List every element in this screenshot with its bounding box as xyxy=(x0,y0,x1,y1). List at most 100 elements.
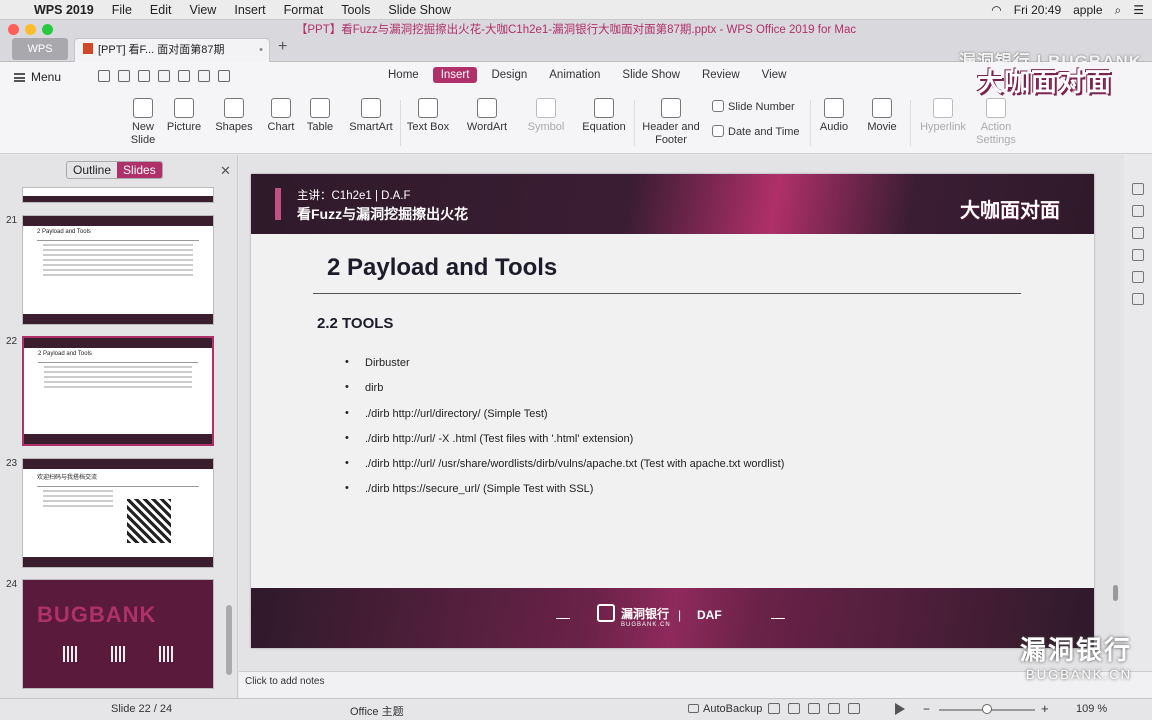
table-button[interactable]: Table xyxy=(302,98,338,134)
theme-name[interactable]: Office 主题 xyxy=(350,703,404,719)
equation-button[interactable]: Equation xyxy=(580,98,628,134)
slide-subtitle[interactable]: 2.2 TOOLS xyxy=(317,315,393,332)
symbol-button[interactable]: Symbol xyxy=(524,98,568,134)
slide-number-button[interactable]: Slide Number xyxy=(712,100,812,114)
qr-code-image xyxy=(111,646,127,662)
slide-header-band: 主讲：C1h2e1 | D.A.F 看Fuzz与漏洞挖掘擦出火花 大咖面对面 xyxy=(251,174,1094,234)
thumb-header xyxy=(23,459,213,469)
clock[interactable]: Fri 20:49 xyxy=(1014,3,1061,17)
slide-thumb-23[interactable]: 欢迎扫码与我搭档交流 xyxy=(22,458,214,568)
symbol-icon xyxy=(536,98,556,118)
menu-format[interactable]: Format xyxy=(284,3,324,17)
wifi-icon[interactable]: ◠ xyxy=(991,3,1001,17)
date-time-button[interactable]: Date and Time xyxy=(712,125,812,139)
settings-icon[interactable] xyxy=(1132,205,1144,217)
zoom-value[interactable]: 109 % xyxy=(1076,703,1107,715)
wps-home-tab[interactable]: WPS xyxy=(12,38,68,60)
slide-thumb-21[interactable]: 2 Payload and Tools xyxy=(22,215,214,325)
shapes-button[interactable]: Shapes xyxy=(212,98,256,134)
print-icon[interactable] xyxy=(158,70,170,82)
layout-icon[interactable] xyxy=(1132,249,1144,261)
thumb-line xyxy=(44,366,192,368)
smartart-label: SmartArt xyxy=(349,121,393,133)
print-preview-icon[interactable] xyxy=(178,70,190,82)
tab-home[interactable]: Home xyxy=(380,67,427,83)
menu-tools[interactable]: Tools xyxy=(341,3,370,17)
normal-view-icon[interactable] xyxy=(768,703,780,714)
outline-tab[interactable]: Outline xyxy=(67,162,117,178)
view-switcher xyxy=(768,703,860,714)
chart-button[interactable]: Chart xyxy=(262,98,300,134)
menu-insert[interactable]: Insert xyxy=(234,3,265,17)
document-tab[interactable]: [PPT] 看F... 面对面第87期 • xyxy=(74,38,270,62)
export-pdf-icon[interactable] xyxy=(138,70,150,82)
autobackup-label: AutoBackup xyxy=(703,703,763,715)
slide-canvas[interactable]: 主讲：C1h2e1 | D.A.F 看Fuzz与漏洞挖掘擦出火花 大咖面对面 2… xyxy=(251,174,1094,648)
slide-number-label: Slide Number xyxy=(728,101,795,113)
zoom-in-icon[interactable]: + xyxy=(1041,701,1049,716)
redo-icon[interactable] xyxy=(218,70,230,82)
thumb-line xyxy=(43,500,113,502)
transition-icon[interactable] xyxy=(1132,271,1144,283)
text-box-button[interactable]: Text Box xyxy=(404,98,452,134)
history-icon[interactable] xyxy=(1132,293,1144,305)
bullet-list[interactable]: Dirbuster dirb ./dirb http://url/directo… xyxy=(345,356,784,509)
movie-button[interactable]: Movie xyxy=(860,98,904,134)
close-pane-icon[interactable]: ✕ xyxy=(220,163,231,179)
dakamianduimian-logo: 大咖面对面 xyxy=(976,67,1112,97)
autobackup-button[interactable]: AutoBackup xyxy=(688,703,762,715)
smartart-button[interactable]: SmartArt xyxy=(346,98,396,134)
thumb-line xyxy=(44,376,192,378)
tab-review[interactable]: Review xyxy=(694,67,748,83)
zoom-out-icon[interactable]: − xyxy=(923,702,930,716)
menu-file[interactable]: File xyxy=(112,3,132,17)
footer-brand: 漏洞银行 BUGBANK.CN xyxy=(621,605,671,628)
menu-edit[interactable]: Edit xyxy=(150,3,172,17)
menu-slideshow[interactable]: Slide Show xyxy=(388,3,451,17)
status-bar: Slide 22 / 24 Office 主题 AutoBackup − + 1… xyxy=(0,698,1152,720)
wordart-button[interactable]: WordArt xyxy=(462,98,512,134)
thumbnails-scrollbar[interactable] xyxy=(226,605,232,675)
tab-design[interactable]: Design xyxy=(483,67,535,83)
header-footer-button[interactable]: Header and Footer xyxy=(640,98,702,147)
tab-view[interactable]: View xyxy=(754,67,795,83)
search-icon[interactable]: ⌕ xyxy=(1115,3,1122,18)
undo-icon[interactable] xyxy=(198,70,210,82)
menu-view[interactable]: View xyxy=(189,3,216,17)
tab-slide-show[interactable]: Slide Show xyxy=(614,67,688,83)
slide-thumb-24[interactable]: BUGBANK xyxy=(22,579,214,689)
app-menu[interactable]: WPS 2019 xyxy=(34,3,94,17)
symbol-label: Symbol xyxy=(527,121,565,133)
sorter-view-icon[interactable] xyxy=(788,703,800,714)
user-name[interactable]: apple xyxy=(1073,3,1102,17)
adjust-icon[interactable] xyxy=(1132,227,1144,239)
tab-insert[interactable]: Insert xyxy=(432,67,478,83)
slide-thumb-20[interactable] xyxy=(22,187,214,203)
audio-button[interactable]: Audio xyxy=(814,98,854,134)
reading-view-icon[interactable] xyxy=(808,703,820,714)
slides-tab[interactable]: Slides xyxy=(117,162,162,178)
action-settings-button[interactable]: Action Settings xyxy=(972,98,1020,147)
window-title: 【PPT】看Fuzz与漏洞挖掘擦出火花-大咖C1h2e1-漏洞银行大咖面对面第8… xyxy=(295,24,857,36)
open-icon[interactable] xyxy=(98,70,110,82)
editor-scrollbar[interactable] xyxy=(1113,585,1118,601)
object-properties-icon[interactable] xyxy=(1132,183,1144,195)
save-icon[interactable] xyxy=(118,70,130,82)
new-slide-button[interactable]: New Slide xyxy=(124,98,162,147)
picture-button[interactable]: Picture xyxy=(162,98,206,134)
slide-thumb-22-selected[interactable]: 2 Payload and Tools xyxy=(22,336,214,446)
notes-area[interactable]: Click to add notes xyxy=(239,671,1152,698)
separator xyxy=(400,100,401,146)
tab-animation[interactable]: Animation xyxy=(541,67,608,83)
hyperlink-button[interactable]: Hyperlink xyxy=(916,98,970,134)
slide-title[interactable]: 2 Payload and Tools xyxy=(327,254,557,282)
zoom-slider[interactable]: − + xyxy=(923,701,1055,716)
control-center-icon[interactable]: ☰ xyxy=(1133,3,1144,17)
fullscreen-icon[interactable] xyxy=(848,703,860,714)
new-tab-button[interactable]: + xyxy=(278,38,287,56)
play-slideshow-icon[interactable] xyxy=(895,703,905,715)
notes-view-icon[interactable] xyxy=(828,703,840,714)
zoom-knob[interactable] xyxy=(982,704,992,714)
menu-button[interactable]: Menu xyxy=(14,70,61,84)
close-tab-icon[interactable]: • xyxy=(259,39,263,61)
